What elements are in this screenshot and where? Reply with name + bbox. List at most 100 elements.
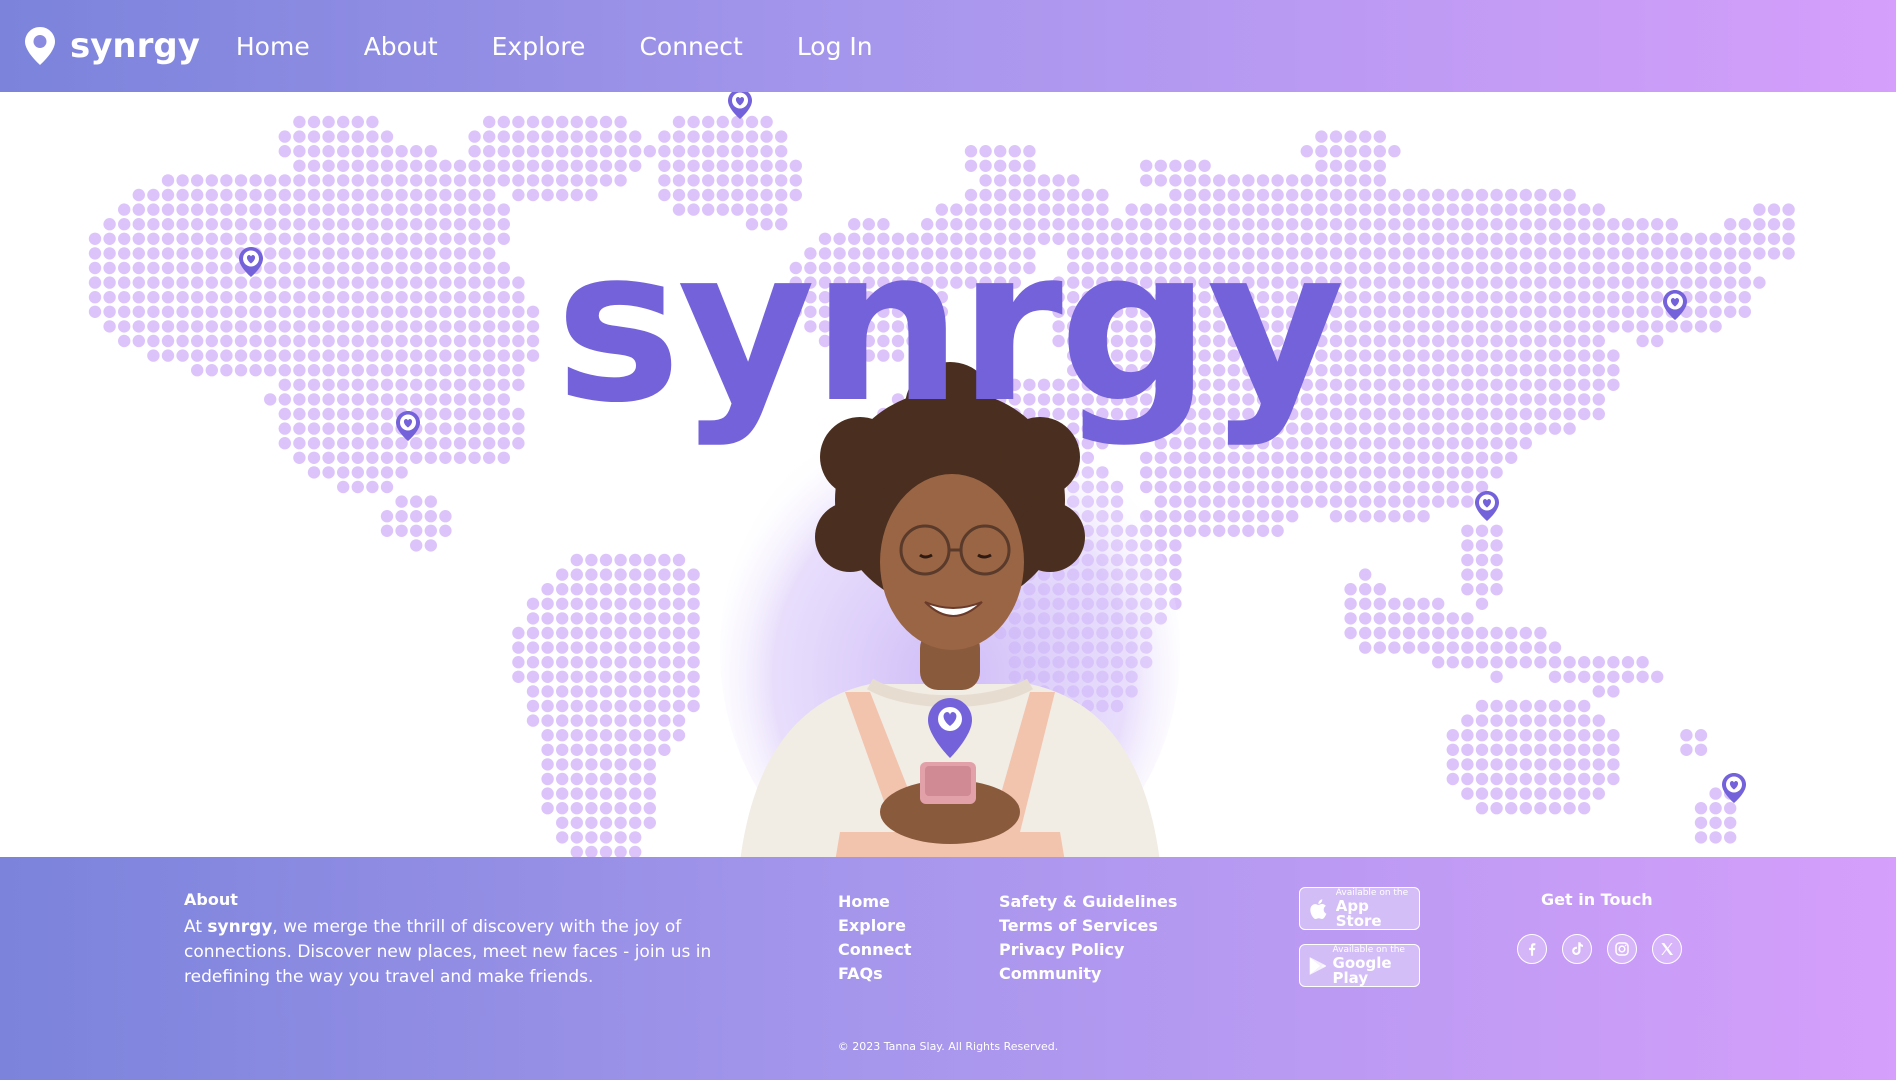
map-dot [964,188,978,202]
nav-home[interactable]: Home [236,32,310,61]
map-dot [1402,626,1416,640]
map-dot [629,787,642,800]
map-dot [1227,188,1241,202]
map-dot [1548,714,1562,727]
facebook-button[interactable] [1517,934,1547,964]
map-dot [570,174,583,187]
map-dot [570,159,583,172]
map-dot [234,203,248,216]
map-pin-icon[interactable] [395,410,421,442]
map-dot [585,772,598,786]
map-dot [1242,451,1255,464]
footer-link-community[interactable]: Community [999,962,1177,986]
map-dot [658,699,671,713]
map-dot [1490,188,1503,202]
map-dot [191,174,204,187]
instagram-button[interactable] [1607,934,1637,964]
map-dot [1578,772,1591,786]
map-dot [629,626,642,640]
map-dot [497,130,510,143]
map-dot [643,583,656,596]
map-dot [1505,802,1518,815]
map-dot [541,787,554,800]
map-dot [380,145,394,158]
map-dot [541,174,554,187]
map-dot [380,159,394,172]
map-dot [410,174,423,187]
map-dot [614,816,627,829]
footer-about-heading: About [184,890,238,909]
map-dot [1446,641,1460,654]
map-dot [439,451,452,464]
map-dot [556,145,569,158]
nav-about[interactable]: About [364,32,438,61]
map-dot [453,188,467,202]
map-dot [585,729,598,742]
map-dot [497,203,510,216]
map-dot [1490,437,1503,450]
map-dot [526,641,540,654]
map-dot [556,743,569,756]
tiktok-button[interactable] [1562,934,1592,964]
map-dot [439,188,452,202]
map-dot [483,174,496,187]
map-dot [410,203,423,216]
map-dot [1300,451,1314,464]
map-dot [672,188,686,202]
map-dot [964,145,978,158]
map-dot [1519,641,1533,654]
footer-link-home[interactable]: Home [838,890,912,914]
app-store-button[interactable]: Available on the App Store [1299,887,1420,930]
map-dot [380,451,394,464]
footer-link-connect[interactable]: Connect [838,938,912,962]
map-pin-icon[interactable] [1662,289,1688,321]
map-dot [556,597,569,610]
footer-link-explore[interactable]: Explore [838,914,912,938]
map-dot [483,145,496,158]
map-dot [161,188,175,202]
nav-connect[interactable]: Connect [639,32,742,61]
map-dot [351,480,364,494]
map-dot [380,480,394,494]
map-pin-icon[interactable] [727,92,753,120]
map-pin-icon[interactable] [1721,772,1747,804]
logo[interactable]: synrgy [24,0,200,92]
logo-text: synrgy [70,26,200,66]
google-play-button[interactable]: Available on the Google Play [1299,944,1420,987]
footer-link-privacy[interactable]: Privacy Policy [999,938,1177,962]
x-twitter-button[interactable] [1652,934,1682,964]
map-dot [1256,510,1270,523]
map-dot [234,174,248,187]
map-dot [1359,626,1372,640]
footer-link-safety[interactable]: Safety & Guidelines [999,890,1177,914]
map-dot [570,130,583,143]
map-pin-icon[interactable] [238,246,264,278]
map-dot [1373,451,1387,464]
map-dot [351,174,364,187]
map-dot [672,612,686,625]
map-dot [585,188,598,202]
map-pin-icon[interactable] [1474,490,1500,522]
map-dot [1475,568,1489,581]
map-dot [1373,203,1387,216]
footer-link-terms[interactable]: Terms of Services [999,914,1177,938]
map-dot [1213,510,1226,523]
map-dot [599,626,613,640]
map-dot [1548,203,1562,216]
map-dot [643,772,656,786]
map-dot [395,510,408,523]
map-dot [337,188,350,202]
map-dot [1329,480,1343,494]
map-dot [614,626,627,640]
map-dot [1490,568,1503,581]
map-dot [585,831,598,844]
nav-login[interactable]: Log In [797,32,873,61]
map-dot [424,203,437,216]
nav-explore[interactable]: Explore [492,32,586,61]
map-dot [541,802,554,815]
map-dot [366,466,379,479]
footer-link-faqs[interactable]: FAQs [838,962,912,986]
map-dot [672,174,686,187]
map-dot [658,641,671,654]
map-dot [1242,188,1255,202]
